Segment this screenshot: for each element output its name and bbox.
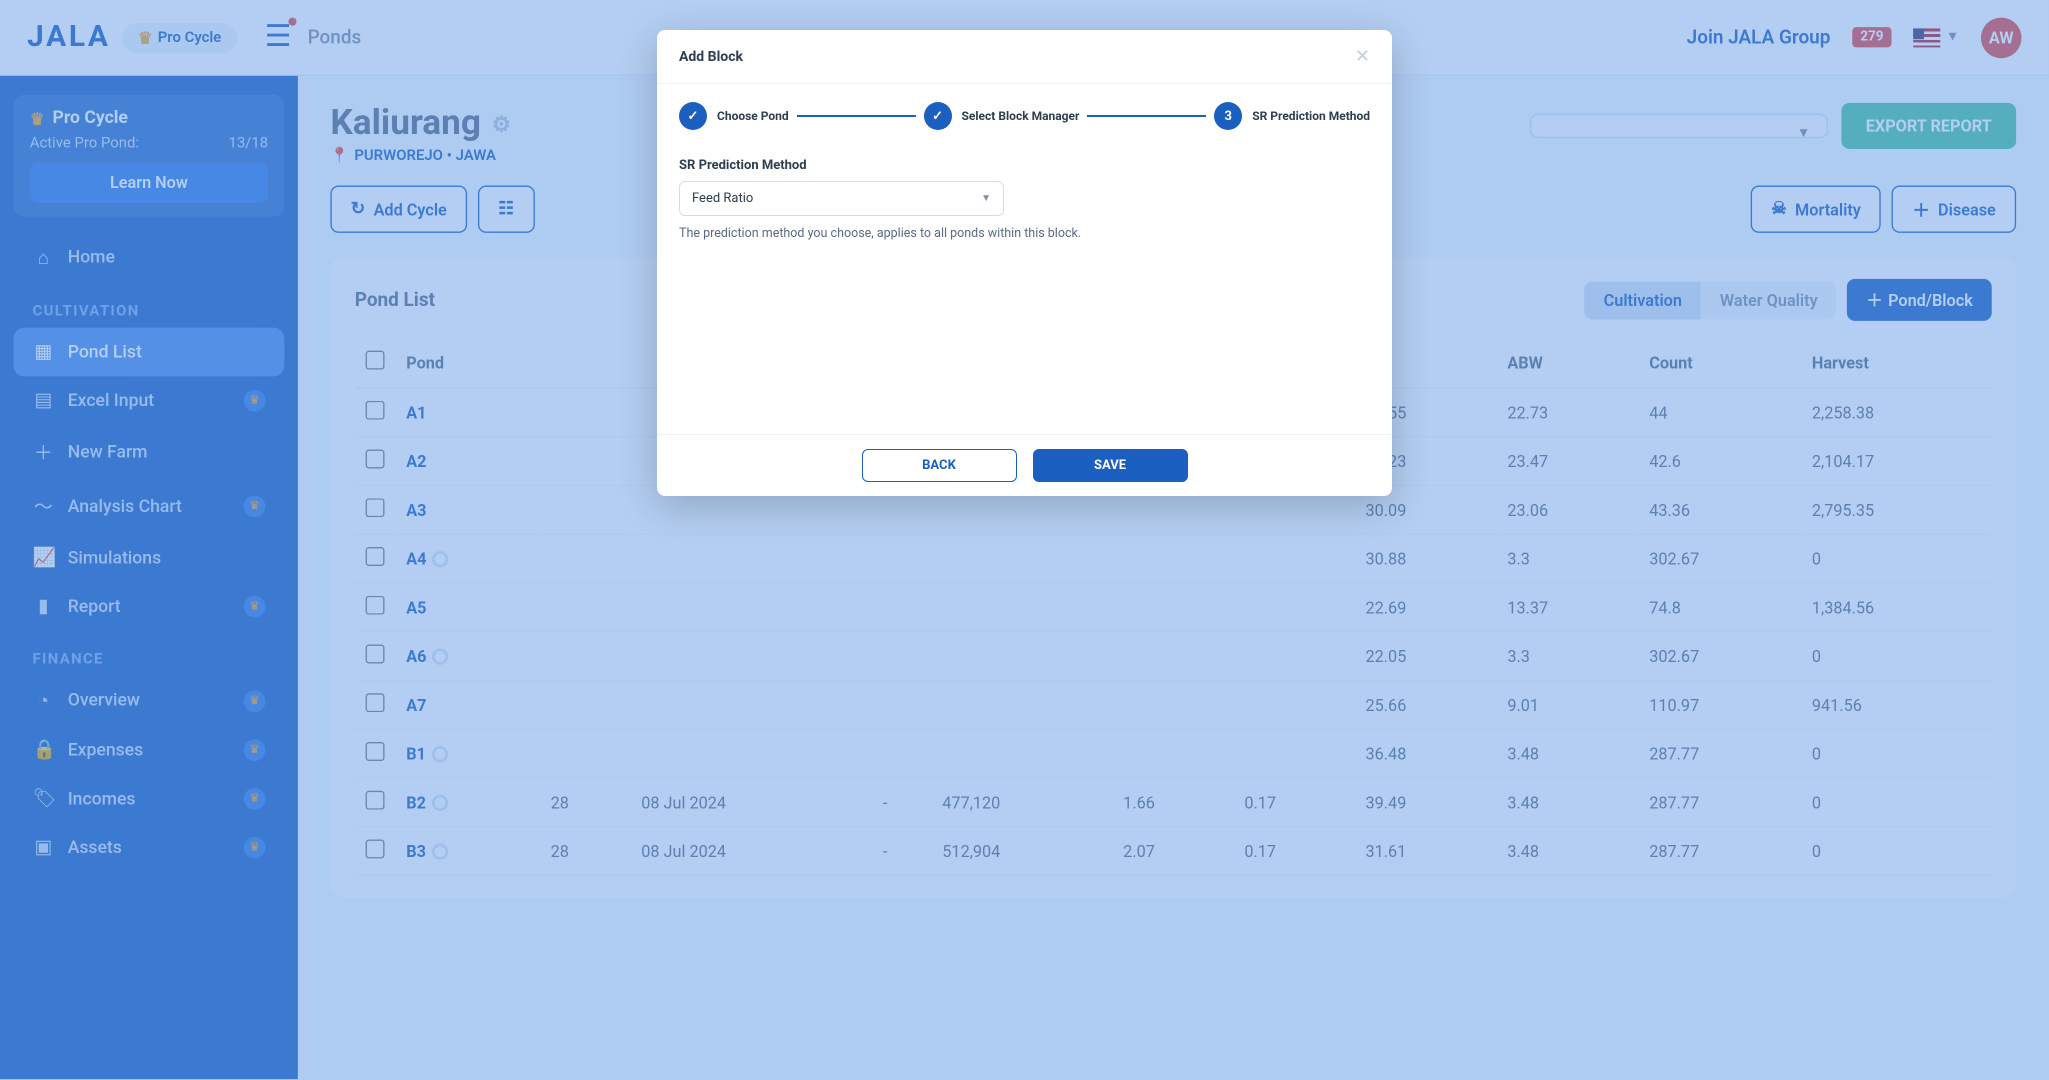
modal-title: Add Block — [679, 49, 743, 65]
step-3: 3SR Prediction Method — [1214, 102, 1370, 130]
add-block-modal: Add Block ✕ Choose Pond Select Block Man… — [657, 30, 1392, 496]
sr-method-select[interactable]: Feed Ratio▼ — [679, 181, 1004, 216]
back-button[interactable]: BACK — [862, 449, 1017, 482]
close-icon[interactable]: ✕ — [1355, 46, 1370, 67]
modal-overlay: Add Block ✕ Choose Pond Select Block Man… — [0, 0, 2049, 1080]
stepper: Choose Pond Select Block Manager 3SR Pre… — [679, 102, 1370, 130]
help-text: The prediction method you choose, applie… — [679, 226, 1370, 241]
chevron-down-icon: ▼ — [981, 193, 991, 204]
step-1: Choose Pond — [679, 102, 789, 130]
step-number: 3 — [1214, 102, 1242, 130]
save-button[interactable]: SAVE — [1033, 449, 1188, 482]
check-icon — [679, 102, 707, 130]
check-icon — [924, 102, 952, 130]
form-label: SR Prediction Method — [679, 158, 1370, 173]
step-2: Select Block Manager — [924, 102, 1080, 130]
